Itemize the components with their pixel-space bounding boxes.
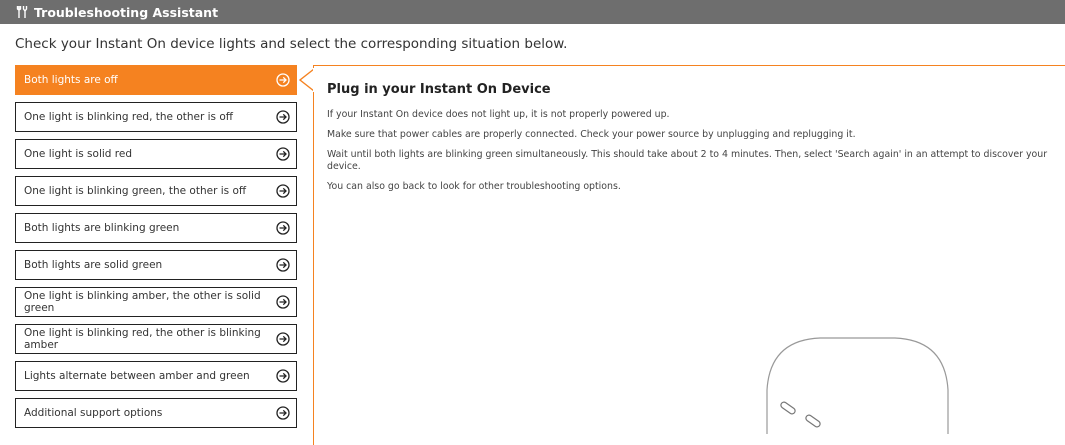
option-both-solid-green[interactable]: Both lights are solid green <box>15 250 297 280</box>
option-label: Both lights are blinking green <box>24 222 180 234</box>
detail-paragraph: You can also go back to look for other t… <box>327 181 621 192</box>
arrow-circle-right-icon <box>276 332 290 346</box>
arrow-circle-right-icon <box>276 110 290 124</box>
arrow-circle-right-icon <box>276 406 290 420</box>
option-label: One light is solid red <box>24 148 132 160</box>
situation-list: Both lights are off One light is blinkin… <box>15 65 297 435</box>
option-alternate-amber-green[interactable]: Lights alternate between amber and green <box>15 361 297 391</box>
option-label: Additional support options <box>24 407 163 419</box>
arrow-circle-right-icon <box>276 369 290 383</box>
arrow-circle-right-icon <box>276 184 290 198</box>
option-additional-support[interactable]: Additional support options <box>15 398 297 428</box>
window-title: Troubleshooting Assistant <box>34 4 219 20</box>
option-blinking-red-other-off[interactable]: One light is blinking red, the other is … <box>15 102 297 132</box>
option-label: One light is blinking red, the other is … <box>24 111 234 123</box>
title-bar: Troubleshooting Assistant <box>0 0 1065 24</box>
option-blinking-amber-other-solid-green[interactable]: One light is blinking amber, the other i… <box>15 287 297 317</box>
detail-paragraph: Wait until both lights are blinking gree… <box>327 149 1048 172</box>
option-both-lights-off[interactable]: Both lights are off <box>15 65 297 95</box>
detail-paragraph: If your Instant On device does not light… <box>327 109 670 120</box>
option-label: Both lights are off <box>24 74 118 86</box>
option-label: One light is blinking red, the other is … <box>24 327 261 351</box>
instruction-text: Check your Instant On device lights and … <box>15 36 568 52</box>
detail-heading: Plug in your Instant On Device <box>327 82 551 97</box>
option-blinking-green-other-off[interactable]: One light is blinking green, the other i… <box>15 176 297 206</box>
arrow-circle-right-icon <box>276 295 290 309</box>
arrow-circle-right-icon <box>276 147 290 161</box>
detail-content: Plug in your Instant On Device If your I… <box>327 82 1057 201</box>
option-blinking-red-other-blinking-amber[interactable]: One light is blinking red, the other is … <box>15 324 297 354</box>
tools-icon <box>16 5 32 19</box>
selection-pointer <box>298 68 315 92</box>
arrow-circle-right-icon <box>276 73 290 87</box>
device-illustration <box>766 337 949 434</box>
option-label: Lights alternate between amber and green <box>24 370 250 382</box>
arrow-circle-right-icon <box>276 258 290 272</box>
option-solid-red[interactable]: One light is solid red <box>15 139 297 169</box>
option-label: Both lights are solid green <box>24 259 163 271</box>
option-label: One light is blinking amber, the other i… <box>24 290 261 314</box>
arrow-circle-right-icon <box>276 221 290 235</box>
option-label: One light is blinking green, the other i… <box>24 185 247 197</box>
detail-paragraph: Make sure that power cables are properly… <box>327 129 856 140</box>
option-both-blinking-green[interactable]: Both lights are blinking green <box>15 213 297 243</box>
